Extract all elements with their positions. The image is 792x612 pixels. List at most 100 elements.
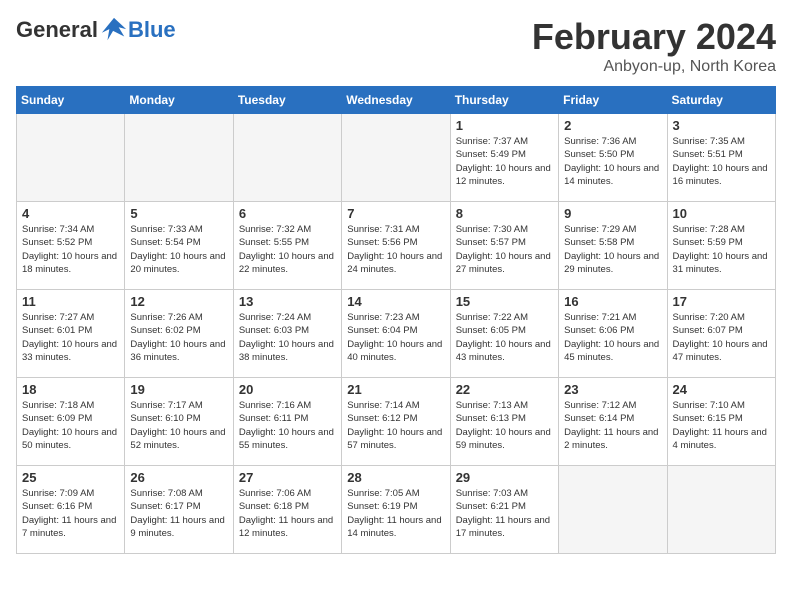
calendar-cell: 29 Sunrise: 7:03 AMSunset: 6:21 PMDayligh… bbox=[450, 466, 558, 554]
day-info: Sunrise: 7:23 AMSunset: 6:04 PMDaylight:… bbox=[347, 311, 444, 364]
day-number: 11 bbox=[22, 294, 119, 309]
day-info: Sunrise: 7:09 AMSunset: 6:16 PMDaylight:… bbox=[22, 487, 119, 540]
day-info: Sunrise: 7:26 AMSunset: 6:02 PMDaylight:… bbox=[130, 311, 227, 364]
calendar-table: SundayMondayTuesdayWednesdayThursdayFrid… bbox=[16, 86, 776, 554]
calendar-cell bbox=[233, 114, 341, 202]
day-of-week-header: Wednesday bbox=[342, 87, 450, 114]
day-number: 4 bbox=[22, 206, 119, 221]
calendar-cell: 13Sunrise: 7:24 AMSunset: 6:03 PMDayligh… bbox=[233, 290, 341, 378]
day-info: Sunrise: 7:32 AMSunset: 5:55 PMDaylight:… bbox=[239, 223, 336, 276]
day-info: Sunrise: 7:08 AMSunset: 6:17 PMDaylight:… bbox=[130, 487, 227, 540]
calendar-week-row: 11Sunrise: 7:27 AMSunset: 6:01 PMDayligh… bbox=[17, 290, 776, 378]
calendar-cell: 27 Sunrise: 7:06 AMSunset: 6:18 PMDayligh… bbox=[233, 466, 341, 554]
title-block: February 2024 Anbyon-up, North Korea bbox=[532, 16, 776, 76]
day-info: Sunrise: 7:16 AMSunset: 6:11 PMDaylight:… bbox=[239, 399, 336, 452]
day-number: 10 bbox=[673, 206, 770, 221]
day-of-week-header: Tuesday bbox=[233, 87, 341, 114]
day-number: 22 bbox=[456, 382, 553, 397]
calendar-cell: 22Sunrise: 7:13 AMSunset: 6:13 PMDayligh… bbox=[450, 378, 558, 466]
calendar-cell: 12 Sunrise: 7:26 AMSunset: 6:02 PMDayligh… bbox=[125, 290, 233, 378]
calendar-cell: 24 Sunrise: 7:10 AMSunset: 6:15 PMDayligh… bbox=[667, 378, 775, 466]
day-of-week-header: Monday bbox=[125, 87, 233, 114]
day-number: 28 bbox=[347, 470, 444, 485]
calendar-cell: 3 Sunrise: 7:35 AMSunset: 5:51 PMDaylight… bbox=[667, 114, 775, 202]
calendar-cell bbox=[342, 114, 450, 202]
day-number: 23 bbox=[564, 382, 661, 397]
day-number: 16 bbox=[564, 294, 661, 309]
day-number: 9 bbox=[564, 206, 661, 221]
logo-general-text: General bbox=[16, 17, 98, 43]
day-info: Sunrise: 7:03 AMSunset: 6:21 PMDaylight:… bbox=[456, 487, 553, 540]
day-info: Sunrise: 7:34 AMSunset: 5:52 PMDaylight:… bbox=[22, 223, 119, 276]
calendar-cell: 8 Sunrise: 7:30 AMSunset: 5:57 PMDaylight… bbox=[450, 202, 558, 290]
calendar-cell: 20 Sunrise: 7:16 AMSunset: 6:11 PMDayligh… bbox=[233, 378, 341, 466]
calendar-week-row: 4 Sunrise: 7:34 AMSunset: 5:52 PMDaylight… bbox=[17, 202, 776, 290]
day-number: 12 bbox=[130, 294, 227, 309]
calendar-cell: 2Sunrise: 7:36 AMSunset: 5:50 PMDaylight… bbox=[559, 114, 667, 202]
logo: General Blue bbox=[16, 16, 176, 44]
day-number: 21 bbox=[347, 382, 444, 397]
calendar-cell: 28 Sunrise: 7:05 AMSunset: 6:19 PMDayligh… bbox=[342, 466, 450, 554]
calendar-cell: 16 Sunrise: 7:21 AMSunset: 6:06 PMDayligh… bbox=[559, 290, 667, 378]
calendar-cell: 10 Sunrise: 7:28 AMSunset: 5:59 PMDayligh… bbox=[667, 202, 775, 290]
day-info: Sunrise: 7:18 AMSunset: 6:09 PMDaylight:… bbox=[22, 399, 119, 452]
calendar-cell: 19Sunrise: 7:17 AMSunset: 6:10 PMDayligh… bbox=[125, 378, 233, 466]
calendar-cell bbox=[559, 466, 667, 554]
day-number: 17 bbox=[673, 294, 770, 309]
day-number: 18 bbox=[22, 382, 119, 397]
day-info: Sunrise: 7:30 AMSunset: 5:57 PMDaylight:… bbox=[456, 223, 553, 276]
day-of-week-header: Saturday bbox=[667, 87, 775, 114]
day-info: Sunrise: 7:37 AMSunset: 5:49 PMDaylight:… bbox=[456, 135, 553, 188]
calendar-cell: 11Sunrise: 7:27 AMSunset: 6:01 PMDayligh… bbox=[17, 290, 125, 378]
day-number: 29 bbox=[456, 470, 553, 485]
day-number: 8 bbox=[456, 206, 553, 221]
day-info: Sunrise: 7:06 AMSunset: 6:18 PMDaylight:… bbox=[239, 487, 336, 540]
day-info: Sunrise: 7:35 AMSunset: 5:51 PMDaylight:… bbox=[673, 135, 770, 188]
calendar-cell: 9 Sunrise: 7:29 AMSunset: 5:58 PMDaylight… bbox=[559, 202, 667, 290]
calendar-cell: 21Sunrise: 7:14 AMSunset: 6:12 PMDayligh… bbox=[342, 378, 450, 466]
calendar-cell: 18 Sunrise: 7:18 AMSunset: 6:09 PMDayligh… bbox=[17, 378, 125, 466]
logo-blue-text: Blue bbox=[128, 17, 176, 43]
day-info: Sunrise: 7:10 AMSunset: 6:15 PMDaylight:… bbox=[673, 399, 770, 452]
page-header: General Blue February 2024 Anbyon-up, No… bbox=[16, 16, 776, 76]
logo-bird-icon bbox=[100, 16, 128, 44]
calendar-cell: 4 Sunrise: 7:34 AMSunset: 5:52 PMDaylight… bbox=[17, 202, 125, 290]
calendar-cell: 25 Sunrise: 7:09 AMSunset: 6:16 PMDayligh… bbox=[17, 466, 125, 554]
calendar-cell bbox=[667, 466, 775, 554]
calendar-cell: 26 Sunrise: 7:08 AMSunset: 6:17 PMDayligh… bbox=[125, 466, 233, 554]
day-number: 3 bbox=[673, 118, 770, 133]
day-info: Sunrise: 7:22 AMSunset: 6:05 PMDaylight:… bbox=[456, 311, 553, 364]
calendar-cell: 23Sunrise: 7:12 AMSunset: 6:14 PMDayligh… bbox=[559, 378, 667, 466]
day-info: Sunrise: 7:31 AMSunset: 5:56 PMDaylight:… bbox=[347, 223, 444, 276]
day-number: 25 bbox=[22, 470, 119, 485]
calendar-header-row: SundayMondayTuesdayWednesdayThursdayFrid… bbox=[17, 87, 776, 114]
calendar-cell bbox=[125, 114, 233, 202]
calendar-cell: 6 Sunrise: 7:32 AMSunset: 5:55 PMDaylight… bbox=[233, 202, 341, 290]
calendar-cell: 1Sunrise: 7:37 AMSunset: 5:49 PMDaylight… bbox=[450, 114, 558, 202]
day-info: Sunrise: 7:29 AMSunset: 5:58 PMDaylight:… bbox=[564, 223, 661, 276]
day-number: 6 bbox=[239, 206, 336, 221]
day-number: 20 bbox=[239, 382, 336, 397]
day-of-week-header: Friday bbox=[559, 87, 667, 114]
day-of-week-header: Sunday bbox=[17, 87, 125, 114]
calendar-cell: 14 Sunrise: 7:23 AMSunset: 6:04 PMDayligh… bbox=[342, 290, 450, 378]
day-number: 14 bbox=[347, 294, 444, 309]
calendar-cell: 5Sunrise: 7:33 AMSunset: 5:54 PMDaylight… bbox=[125, 202, 233, 290]
day-of-week-header: Thursday bbox=[450, 87, 558, 114]
day-info: Sunrise: 7:05 AMSunset: 6:19 PMDaylight:… bbox=[347, 487, 444, 540]
calendar-week-row: 25 Sunrise: 7:09 AMSunset: 6:16 PMDayligh… bbox=[17, 466, 776, 554]
day-info: Sunrise: 7:36 AMSunset: 5:50 PMDaylight:… bbox=[564, 135, 661, 188]
calendar-cell: 7 Sunrise: 7:31 AMSunset: 5:56 PMDaylight… bbox=[342, 202, 450, 290]
calendar-week-row: 1Sunrise: 7:37 AMSunset: 5:49 PMDaylight… bbox=[17, 114, 776, 202]
day-number: 24 bbox=[673, 382, 770, 397]
day-number: 15 bbox=[456, 294, 553, 309]
location-subtitle: Anbyon-up, North Korea bbox=[532, 58, 776, 76]
day-info: Sunrise: 7:24 AMSunset: 6:03 PMDaylight:… bbox=[239, 311, 336, 364]
day-number: 26 bbox=[130, 470, 227, 485]
day-info: Sunrise: 7:21 AMSunset: 6:06 PMDaylight:… bbox=[564, 311, 661, 364]
calendar-cell: 15 Sunrise: 7:22 AMSunset: 6:05 PMDayligh… bbox=[450, 290, 558, 378]
day-number: 19 bbox=[130, 382, 227, 397]
day-number: 27 bbox=[239, 470, 336, 485]
day-info: Sunrise: 7:28 AMSunset: 5:59 PMDaylight:… bbox=[673, 223, 770, 276]
day-number: 7 bbox=[347, 206, 444, 221]
